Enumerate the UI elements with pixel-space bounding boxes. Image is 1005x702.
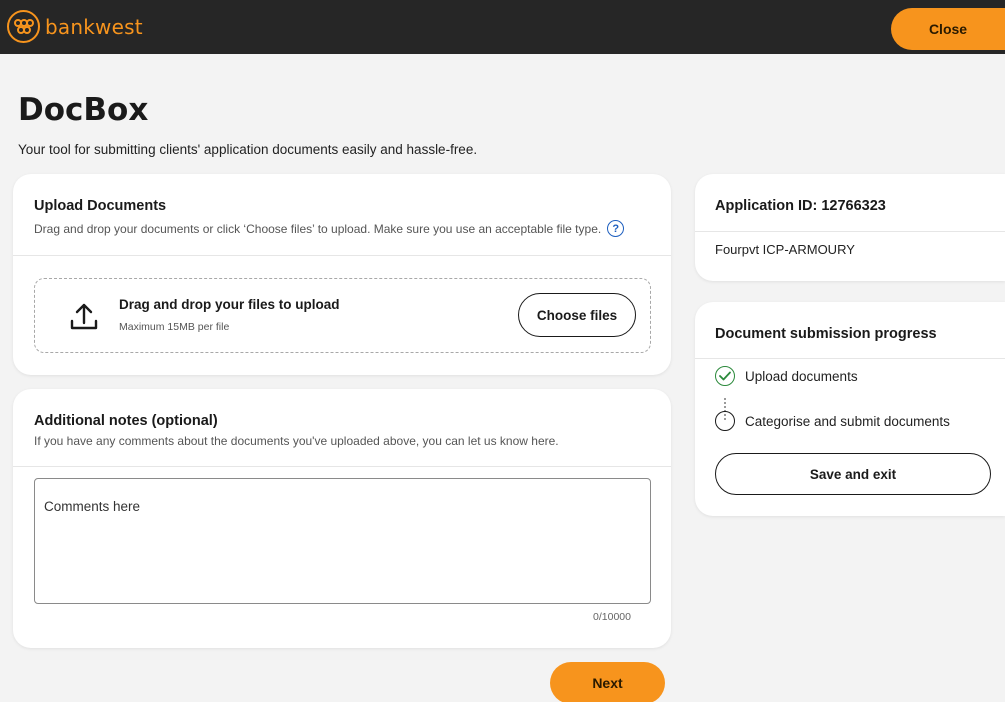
progress-card-title: Document submission progress — [715, 326, 937, 342]
notes-divider — [13, 466, 671, 467]
bankwest-logo-icon — [7, 10, 40, 43]
application-card: Application ID: 12766323 Fourpvt ICP-ARM… — [695, 174, 1005, 281]
page-subtitle: Your tool for submitting clients' applic… — [18, 142, 478, 157]
progress-step-label: Upload documents — [745, 368, 858, 384]
submission-progress-card: Document submission progress Upload docu… — [695, 302, 1005, 516]
next-button[interactable]: Next — [550, 662, 665, 702]
additional-notes-card: Additional notes (optional) If you have … — [13, 389, 671, 648]
bankwest-logo[interactable]: bankwest — [7, 10, 143, 43]
brand-name: bankwest — [45, 14, 143, 39]
upload-divider — [13, 255, 671, 256]
save-and-exit-button[interactable]: Save and exit — [715, 453, 991, 495]
upload-card-title: Upload Documents — [34, 198, 167, 214]
application-name: Fourpvt ICP-ARMOURY — [715, 242, 855, 257]
upload-card-description: Drag and drop your documents or click ‘C… — [34, 220, 625, 237]
upload-documents-card: Upload Documents Drag and drop your docu… — [13, 174, 671, 375]
check-circle-icon — [715, 366, 735, 386]
page-title: DocBox — [18, 92, 149, 128]
close-button[interactable]: Close — [891, 8, 1005, 50]
notes-card-title: Additional notes (optional) — [34, 413, 218, 429]
empty-circle-icon — [715, 411, 735, 431]
character-counter: 0/10000 — [593, 611, 631, 623]
progress-step-upload: Upload documents — [715, 366, 858, 386]
help-icon[interactable]: ? — [607, 220, 625, 237]
file-dropzone[interactable]: Drag and drop your files to upload Maxim… — [34, 278, 651, 353]
progress-step-categorise: Categorise and submit documents — [715, 411, 950, 431]
upload-icon — [70, 303, 98, 330]
dropzone-title: Drag and drop your files to upload — [119, 297, 340, 312]
progress-step-label: Categorise and submit documents — [745, 413, 950, 429]
application-id: Application ID: 12766323 — [715, 198, 886, 214]
comments-textarea[interactable] — [34, 478, 651, 604]
dropzone-size-limit: Maximum 15MB per file — [119, 321, 230, 333]
top-bar: bankwest Close — [0, 0, 1005, 54]
progress-divider — [695, 358, 1005, 359]
application-divider — [695, 231, 1005, 232]
notes-card-description: If you have any comments about the docum… — [34, 434, 559, 448]
upload-description-text: Drag and drop your documents or click ‘C… — [34, 221, 602, 236]
choose-files-button[interactable]: Choose files — [518, 293, 636, 337]
